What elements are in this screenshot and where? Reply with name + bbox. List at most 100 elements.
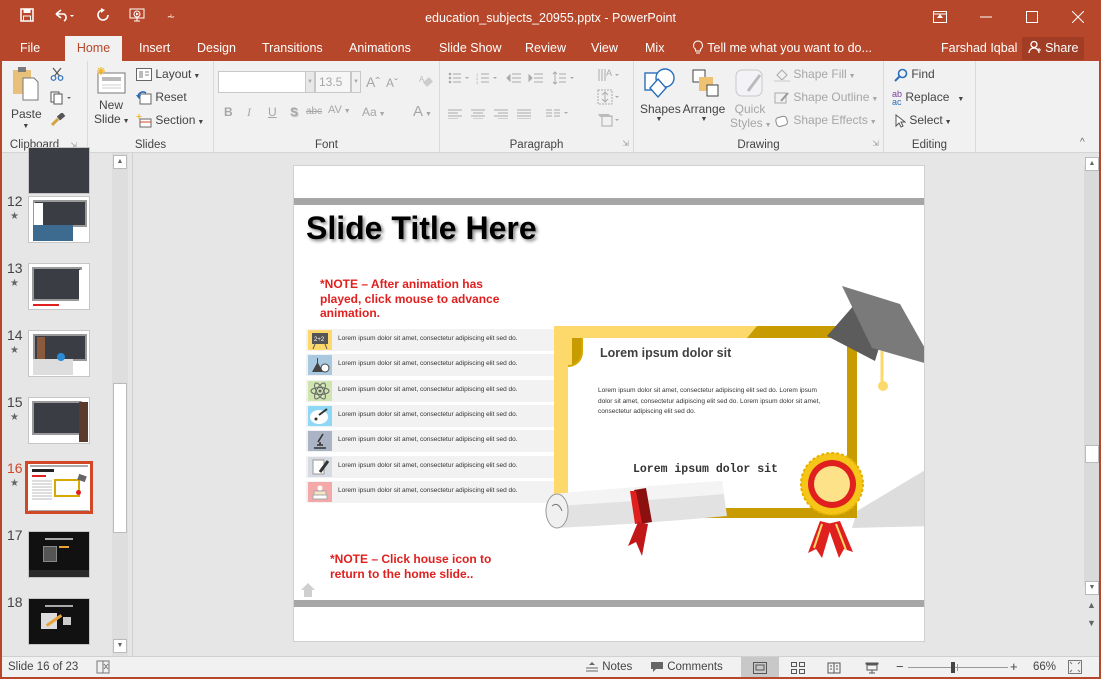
paste-dropdown-icon[interactable]: ▼ [10, 123, 42, 130]
font-name-dropdown-icon[interactable]: ▼ [305, 71, 315, 93]
font-name-input[interactable] [218, 71, 306, 93]
tab-slide-show[interactable]: Slide Show [428, 36, 513, 61]
cut-icon[interactable] [50, 67, 64, 84]
replace-button[interactable]: ab ac Replace ▼ [892, 90, 964, 107]
increase-font-icon[interactable]: Aˆ [366, 74, 380, 90]
bullets-icon[interactable] [448, 72, 470, 87]
slide-thumbnail[interactable] [28, 330, 90, 377]
zoom-in-icon[interactable]: + [1010, 659, 1018, 674]
text-shadow-icon[interactable]: S [290, 105, 298, 119]
certificate-body[interactable]: Lorem ipsum dolor sit amet, consectetur … [598, 386, 828, 418]
increase-indent-icon[interactable] [528, 72, 544, 87]
font-color-icon[interactable]: A ▼ [413, 103, 432, 120]
paste-button[interactable]: Paste ▼ [10, 66, 42, 130]
font-size-dropdown-icon[interactable]: ▼ [351, 71, 361, 93]
tab-home[interactable]: Home [65, 36, 122, 61]
zoom-out-icon[interactable]: − [896, 659, 904, 674]
line-spacing-icon[interactable] [552, 71, 576, 88]
columns-icon[interactable] [546, 108, 570, 122]
slide-thumbnail[interactable] [28, 397, 90, 444]
format-painter-icon[interactable] [50, 112, 66, 130]
tab-animations[interactable]: Animations [338, 36, 422, 61]
bold-icon[interactable]: B [224, 105, 233, 119]
subject-list-item[interactable]: Lorem ipsum dolor sit amet, consectetur … [306, 404, 556, 427]
notes-button[interactable]: Notes [585, 661, 632, 673]
tab-design[interactable]: Design [186, 36, 247, 61]
subject-list-item[interactable]: 2+2 Lorem ipsum dolor sit amet, consectet… [306, 329, 556, 351]
slideshow-view-button[interactable] [853, 657, 891, 679]
shape-effects-button[interactable]: Shape Effects ▼ [774, 113, 877, 128]
underline-icon[interactable]: U [268, 105, 277, 119]
normal-view-button[interactable] [741, 657, 779, 679]
scrollbar-thumb[interactable] [113, 383, 127, 533]
section-button[interactable]: Section ▼ [136, 113, 204, 128]
reading-view-button[interactable] [815, 657, 853, 679]
slide-thumbnail[interactable] [28, 598, 90, 645]
tab-file[interactable]: File [9, 36, 51, 61]
slide-title[interactable]: Slide Title Here [306, 210, 537, 247]
collapse-ribbon-icon[interactable]: ^ [1080, 137, 1085, 148]
subject-list-item[interactable]: Lorem ipsum dolor sit amet, consectetur … [306, 480, 556, 503]
maximize-icon[interactable] [1009, 0, 1055, 34]
select-button[interactable]: Select ▼ [894, 113, 952, 128]
scroll-down-icon[interactable]: ▼ [113, 639, 127, 653]
slide-thumbnail[interactable] [28, 263, 90, 310]
note-animation[interactable]: *NOTE – After animation has played, clic… [320, 277, 499, 321]
align-center-icon[interactable] [471, 108, 485, 122]
thumbnail-scrollbar[interactable]: ▲ ▼ [112, 153, 128, 656]
fit-slide-icon[interactable] [1068, 660, 1082, 677]
dialog-launcher-icon[interactable]: ⇲ [872, 139, 879, 148]
note-home[interactable]: *NOTE – Click house icon to return to th… [330, 552, 491, 581]
arrange-button[interactable]: Arrange ▼ [682, 67, 726, 123]
slide-thumbnail[interactable] [28, 196, 90, 243]
scroll-up-icon[interactable]: ▲ [113, 155, 127, 169]
font-size-input[interactable]: 13.5 [315, 71, 351, 93]
slide-thumbnail-selected[interactable] [25, 461, 93, 514]
slide-sorter-button[interactable] [779, 657, 817, 679]
tab-view[interactable]: View [580, 36, 629, 61]
previous-slide-icon[interactable]: ▲ [1087, 600, 1096, 610]
decrease-indent-icon[interactable] [506, 72, 522, 87]
spell-check-icon[interactable] [95, 660, 111, 677]
tell-me-box[interactable]: Tell me what you want to do... [692, 36, 872, 60]
slide-canvas[interactable]: Slide Title Here *NOTE – After animation… [293, 165, 925, 642]
user-name[interactable]: Farshad Iqbal [941, 36, 1017, 60]
subject-list-item[interactable]: Lorem ipsum dolor sit amet, consectetur … [306, 430, 556, 453]
strikethrough-icon[interactable]: abc [306, 106, 322, 117]
shape-fill-button[interactable]: Shape Fill ▼ [774, 67, 856, 82]
close-icon[interactable] [1055, 0, 1101, 34]
text-direction-icon[interactable]: A [597, 67, 621, 86]
home-house-icon[interactable] [300, 582, 316, 601]
tab-transitions[interactable]: Transitions [251, 36, 334, 61]
align-text-icon[interactable] [597, 89, 621, 108]
slide-thumbnail[interactable] [28, 147, 90, 194]
scroll-up-icon[interactable]: ▲ [1085, 157, 1099, 171]
reset-button[interactable]: Reset [136, 90, 187, 105]
zoom-slider[interactable] [908, 662, 1008, 673]
align-left-icon[interactable] [448, 108, 462, 122]
tab-mix[interactable]: Mix [634, 36, 675, 61]
italic-icon[interactable]: I [247, 105, 251, 120]
ribbon-display-options-icon[interactable] [917, 0, 963, 34]
clear-formatting-icon[interactable]: A [418, 73, 434, 92]
copy-icon[interactable] [50, 91, 72, 108]
zoom-slider-thumb[interactable] [951, 662, 955, 673]
subject-list-item[interactable]: Lorem ipsum dolor sit amet, consectetur … [306, 455, 556, 478]
dialog-launcher-icon[interactable]: ⇲ [622, 139, 629, 148]
tab-review[interactable]: Review [514, 36, 577, 61]
scroll-down-icon[interactable]: ▼ [1085, 581, 1099, 595]
next-slide-icon[interactable]: ▼ [1087, 618, 1096, 628]
numbering-icon[interactable]: 123 [476, 72, 498, 87]
align-right-icon[interactable] [494, 108, 508, 122]
share-button[interactable]: Share [1022, 37, 1084, 60]
character-spacing-icon[interactable]: AV ▼ [328, 104, 351, 116]
new-slide-button[interactable]: New Slide ▼ [94, 67, 130, 126]
certificate-heading[interactable]: Lorem ipsum dolor sit [600, 346, 731, 360]
subject-list-item[interactable]: Lorem ipsum dolor sit amet, consectetur … [306, 379, 556, 402]
shapes-button[interactable]: Shapes ▼ [640, 67, 681, 123]
decrease-font-icon[interactable]: Aˇ [386, 76, 398, 90]
minimize-icon[interactable] [963, 0, 1009, 34]
subject-list-item[interactable]: Lorem ipsum dolor sit amet, consectetur … [306, 354, 556, 377]
shape-outline-button[interactable]: Shape Outline ▼ [774, 90, 878, 105]
quick-styles-button[interactable]: Quick Styles ▼ [730, 67, 772, 130]
